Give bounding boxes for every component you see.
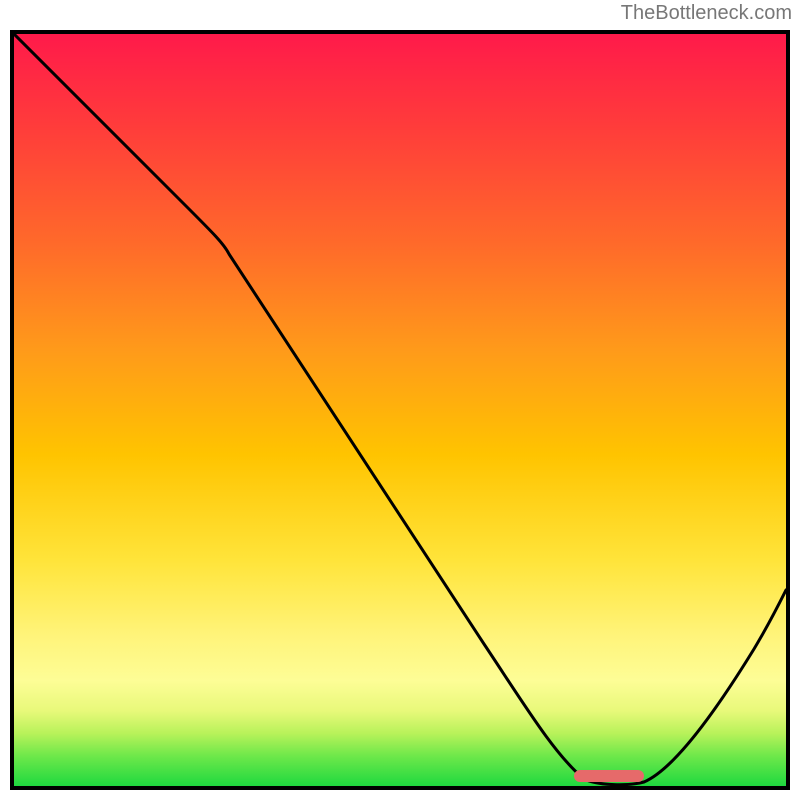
attribution-label: TheBottleneck.com (621, 2, 792, 25)
bottleneck-curve (14, 34, 786, 786)
chart-plot-area (10, 30, 790, 790)
optimal-range-marker (574, 770, 644, 782)
curve-path (14, 34, 786, 785)
